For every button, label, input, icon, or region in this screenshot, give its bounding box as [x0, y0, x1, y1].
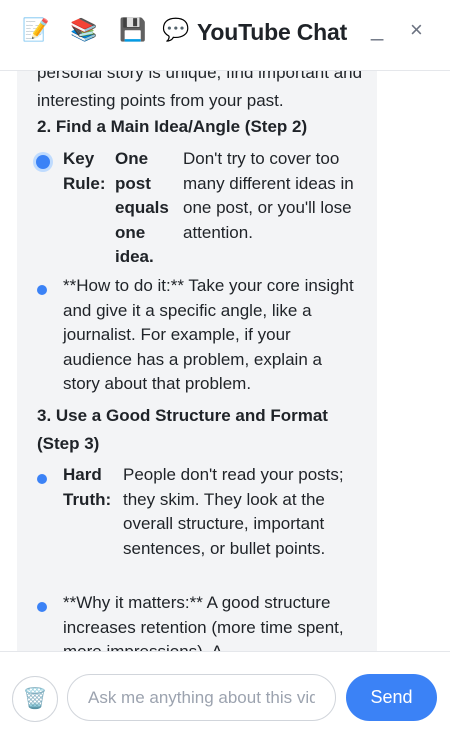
trash-icon: 🗑️: [22, 688, 48, 710]
bullet-dot: [37, 602, 47, 612]
hard-truth-label: Hard Truth:: [63, 465, 112, 509]
why-it-matters-bullet: **Why it matters:** A good structure inc…: [63, 593, 344, 651]
chat-header: 📝 📚 💾 💬 YouTube Chat _ ×: [0, 0, 450, 71]
hard-truth-description: People don't read your posts; they skim.…: [123, 465, 344, 558]
key-rule-description: Don't try to cover too many different id…: [183, 149, 354, 242]
how-to-do-it-bullet: **How to do it:** Take your core insight…: [63, 276, 354, 393]
bullet-dot: [36, 155, 50, 169]
chat-messages[interactable]: personal story is unique, find important…: [0, 71, 450, 651]
send-button[interactable]: Send: [346, 674, 437, 721]
window-title: YouTube Chat: [197, 19, 348, 45]
clear-chat-button[interactable]: 🗑️: [12, 676, 58, 722]
message-paragraph: personal story is unique, find important…: [37, 71, 363, 110]
minimize-button[interactable]: _: [371, 14, 383, 44]
bullet-dot: [37, 474, 47, 484]
chat-footer: 🗑️ Send: [0, 651, 450, 734]
chat-input[interactable]: [67, 674, 336, 721]
key-rule-label: Key Rule:: [63, 149, 106, 193]
bullet-dot: [37, 285, 47, 295]
books-icon[interactable]: 📚: [70, 16, 97, 44]
floppy-disk-icon[interactable]: 💾: [119, 16, 146, 44]
key-rule-value: One post equals one idea.: [115, 149, 169, 266]
memo-icon[interactable]: 📝: [22, 16, 49, 44]
close-button[interactable]: ×: [410, 15, 423, 45]
step3-heading: 3. Use a Good Structure and Format (Step…: [37, 406, 328, 453]
step2-heading: 2. Find a Main Idea/Angle (Step 2): [37, 117, 308, 136]
speech-balloon-icon: 💬: [162, 17, 190, 42]
